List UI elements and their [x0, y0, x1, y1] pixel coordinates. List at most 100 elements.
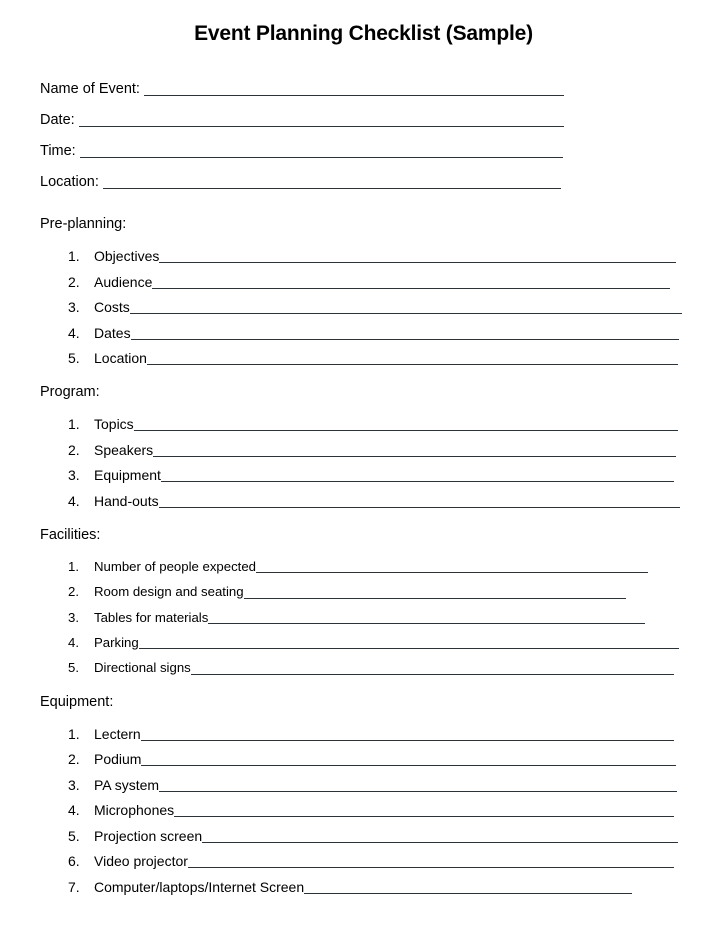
- list-item-label: Hand-outs: [94, 492, 159, 509]
- list-item-label: Location: [94, 350, 147, 367]
- checklist-items: 1. Number of people expected 2. Room design…: [40, 550, 727, 676]
- list-item-number: 4.: [68, 635, 79, 651]
- list-item-write-in-line[interactable]: [159, 262, 677, 264]
- list-item-number: 2.: [68, 273, 80, 290]
- list-item-label: Room design and seating: [94, 584, 244, 600]
- list-item-number: 7.: [68, 878, 80, 895]
- list-item-number: 3.: [68, 299, 80, 316]
- list-item-write-in-line[interactable]: [130, 338, 679, 340]
- document-page: Event Planning Checklist (Sample) Name o…: [0, 0, 727, 941]
- list-item-label: Speakers: [94, 441, 154, 458]
- list-item: 4. Hand-outs: [40, 484, 727, 510]
- list-item: 2. Podium: [40, 743, 727, 769]
- list-item-label: Podium: [94, 751, 142, 768]
- list-item: 4. Dates: [40, 316, 727, 342]
- list-item-number: 1.: [68, 248, 80, 265]
- list-item: 3. Costs: [40, 291, 727, 317]
- list-item-write-in-line[interactable]: [190, 673, 674, 675]
- list-item-label: Projection screen: [94, 827, 203, 844]
- checklist-items: 1. Lectern 2. Podium 3. PA system 4. Microphone…: [40, 717, 727, 896]
- section-title-pre-planning: Pre-planning:: [40, 216, 127, 233]
- list-item-number: 2.: [68, 441, 80, 458]
- list-item-label: Directional signs: [94, 660, 191, 676]
- list-item-write-in-line[interactable]: [174, 816, 675, 818]
- list-item-label: Parking: [94, 635, 139, 651]
- list-item: 7. Computer/laptops/Internet Screen: [40, 870, 727, 896]
- list-item-label: Video projector: [94, 853, 188, 870]
- list-item-label: Audience: [94, 273, 153, 290]
- list-item: 2. Audience: [40, 265, 727, 291]
- field-label: Name of Event:: [40, 80, 140, 97]
- field-label: Location:: [40, 173, 99, 190]
- list-item: 3. Equipment: [40, 459, 727, 485]
- field-label: Time:: [40, 142, 76, 159]
- list-item-write-in-line[interactable]: [187, 867, 674, 869]
- list-item-number: 6.: [68, 853, 80, 870]
- list-item-label: Lectern: [94, 725, 141, 742]
- field-write-in-line[interactable]: [143, 95, 564, 97]
- list-item: 1. Topics: [40, 408, 727, 434]
- list-item-write-in-line[interactable]: [304, 892, 633, 894]
- list-item-write-in-line[interactable]: [159, 790, 678, 792]
- list-item-label: Computer/laptops/Internet Screen: [94, 878, 305, 895]
- list-item-write-in-line[interactable]: [140, 739, 674, 741]
- list-item-number: 3.: [68, 467, 80, 484]
- list-item-write-in-line[interactable]: [129, 313, 682, 315]
- field-row: Time:: [40, 129, 727, 160]
- list-item-label: Topics: [94, 416, 134, 433]
- checklist-items: 1. Topics 2. Speakers 3. Equipment 4. Hand-outs: [40, 408, 727, 510]
- list-item-number: 4.: [68, 802, 80, 819]
- list-item: 4. Parking: [40, 626, 727, 651]
- list-item: 3. PA system: [40, 768, 727, 794]
- field-label: Date:: [40, 111, 75, 128]
- list-item-label: Objectives: [94, 248, 160, 265]
- list-item-label: Equipment: [94, 467, 161, 484]
- header-fields-group: Name of Event: Date: Time: Location:: [0, 67, 727, 191]
- list-item-label: Costs: [94, 299, 130, 316]
- field-row: Name of Event:: [40, 67, 727, 98]
- list-item-write-in-line[interactable]: [153, 455, 677, 457]
- list-item-write-in-line[interactable]: [152, 287, 671, 289]
- list-item: 2. Room design and seating: [40, 575, 727, 600]
- list-item-number: 1.: [68, 725, 80, 742]
- list-item-write-in-line[interactable]: [138, 648, 679, 650]
- list-item: 2. Speakers: [40, 433, 727, 459]
- list-item-write-in-line[interactable]: [256, 572, 649, 574]
- list-item-write-in-line[interactable]: [141, 765, 677, 767]
- section-title-facilities: Facilities:: [40, 526, 101, 543]
- list-item: 1. Lectern: [40, 717, 727, 743]
- list-item-write-in-line[interactable]: [160, 481, 674, 483]
- list-item-number: 1.: [68, 559, 79, 575]
- list-item-number: 3.: [68, 776, 80, 793]
- list-item: 4. Microphones: [40, 794, 727, 820]
- list-item: 1. Number of people expected: [40, 550, 727, 575]
- section-facilities: Facilities: 1. Number of people expected 2.…: [0, 528, 727, 677]
- list-item-label: Tables for materials: [94, 609, 209, 625]
- list-item-write-in-line[interactable]: [243, 597, 626, 599]
- field-row: Location:: [40, 160, 727, 191]
- list-item: 5. Directional signs: [40, 651, 727, 676]
- list-item-write-in-line[interactable]: [133, 430, 678, 432]
- checklist-items: 1. Objectives 2. Audience 3. Costs 4. Dates 5. Lo…: [40, 240, 727, 368]
- section-equipment: Equipment: 1. Lectern 2. Podium 3. PA system 4.…: [0, 695, 727, 896]
- page-title: Event Planning Checklist (Sample): [194, 22, 533, 45]
- list-item-write-in-line[interactable]: [146, 364, 678, 366]
- field-row: Date:: [40, 98, 727, 129]
- list-item: 1. Objectives: [40, 240, 727, 266]
- list-item-number: 1.: [68, 416, 80, 433]
- section-program: Program: 1. Topics 2. Speakers 3. Equipment 4. H…: [0, 385, 727, 510]
- field-write-in-line[interactable]: [102, 188, 561, 190]
- field-write-in-line[interactable]: [79, 157, 563, 159]
- sections-container: Pre-planning: 1. Objectives 2. Audience 3. Cos…: [0, 217, 727, 895]
- list-item-number: 2.: [68, 751, 80, 768]
- list-item-write-in-line[interactable]: [208, 622, 646, 624]
- section-title-equipment: Equipment:: [40, 693, 114, 710]
- list-item-write-in-line[interactable]: [202, 841, 679, 843]
- list-item-label: Dates: [94, 324, 131, 341]
- list-item-write-in-line[interactable]: [158, 506, 680, 508]
- list-item-number: 3.: [68, 609, 79, 625]
- list-item: 5. Location: [40, 342, 727, 368]
- list-item-label: PA system: [94, 776, 160, 793]
- field-write-in-line[interactable]: [78, 126, 564, 128]
- section-pre-planning: Pre-planning: 1. Objectives 2. Audience 3. Cos…: [0, 217, 727, 367]
